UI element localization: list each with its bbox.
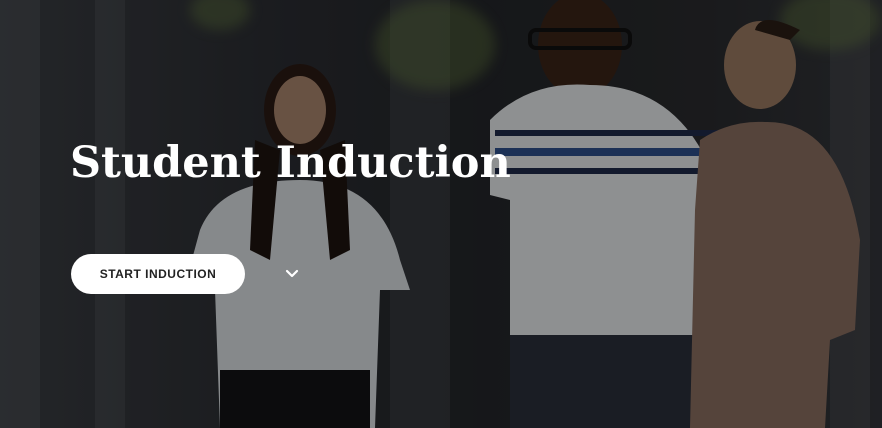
hero-dark-overlay (0, 0, 882, 428)
chevron-down-icon (285, 269, 299, 278)
scroll-down-button[interactable] (282, 264, 302, 284)
start-induction-button[interactable]: START INDUCTION (71, 254, 245, 294)
page-title: Student Induction (70, 138, 511, 188)
hero-section: Student Induction START INDUCTION (0, 0, 882, 428)
